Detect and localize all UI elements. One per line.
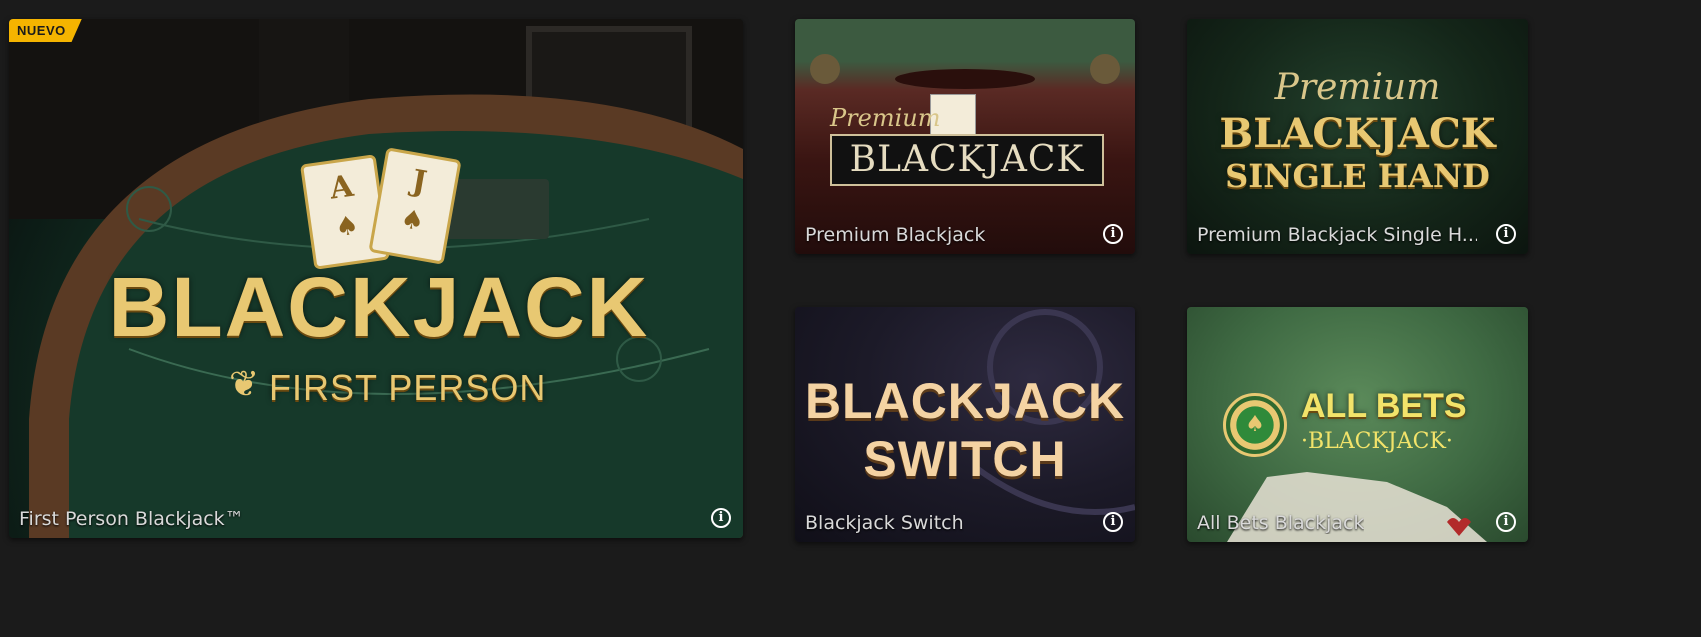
info-icon[interactable]: i [1103,512,1123,532]
logo-script: Premium [1274,67,1441,108]
chip-icon: ♠ [1223,393,1287,457]
logo-card-j: J ♠ [368,147,462,265]
spade-icon: ♠ [398,203,427,238]
logo-line2: ·BLACKJACK· [1301,429,1453,454]
game-logo: BLACKJACK SWITCH [795,372,1135,488]
logo-main-box: BLACKJACK [830,134,1104,186]
game-logo: A ♠ J ♠ BLACKJACK ❦ FIRST PERSON [99,147,659,419]
game-tile-blackjack-switch[interactable]: BLACKJACK SWITCH Blackjack Switch i [795,307,1135,542]
logo-main-text: BLACKJACK [849,139,1085,180]
info-icon[interactable]: i [1103,224,1123,244]
logo-main-text: BLACKJACK [108,260,650,354]
game-tile-premium-blackjack-single-hand[interactable]: Premium BLACKJACK SINGLE HAND Premium Bl… [1187,19,1528,254]
game-title: All Bets Blackjack [1197,512,1365,534]
logo-line1: BLACKJACK [804,373,1126,429]
game-tile-all-bets-blackjack[interactable]: ♠ ALL BETS ·BLACKJACK· All Bets Blackjac… [1187,307,1528,542]
card-rank-a: A [327,168,356,207]
game-title: Premium Blackjack [805,224,986,246]
info-icon[interactable]: i [1496,224,1516,244]
game-title: Premium Blackjack Single H... [1197,224,1477,246]
info-icon[interactable]: i [1496,512,1516,532]
leaf-icon: ❦ [229,364,260,405]
logo-line2: SINGLE HAND [1225,157,1490,195]
game-tile-first-person-blackjack[interactable]: A ♠ J ♠ BLACKJACK ❦ FIRST PERSON NUEVO F… [9,19,743,538]
game-logo: Premium BLACKJACK [830,94,1105,186]
logo-line1: ALL BETS [1301,387,1467,425]
logo-line2: SWITCH [863,431,1067,487]
game-logo: ♠ ALL BETS ·BLACKJACK· [1217,387,1507,467]
info-icon[interactable]: i [711,508,731,528]
game-tile-premium-blackjack[interactable]: Premium BLACKJACK Premium Blackjack i [795,19,1135,254]
logo-line1: BLACKJACK [1219,110,1496,157]
new-badge: NUEVO [9,19,82,42]
logo-sub-text: FIRST PERSON [269,367,547,408]
logo-sub-row: ❦ FIRST PERSON [229,361,549,409]
game-title: First Person Blackjack™ [19,508,244,530]
game-logo: Premium BLACKJACK SINGLE HAND [1187,67,1528,217]
game-title: Blackjack Switch [805,512,964,534]
card-rank-j: J [409,163,430,201]
logo-script: Premium [830,104,941,132]
